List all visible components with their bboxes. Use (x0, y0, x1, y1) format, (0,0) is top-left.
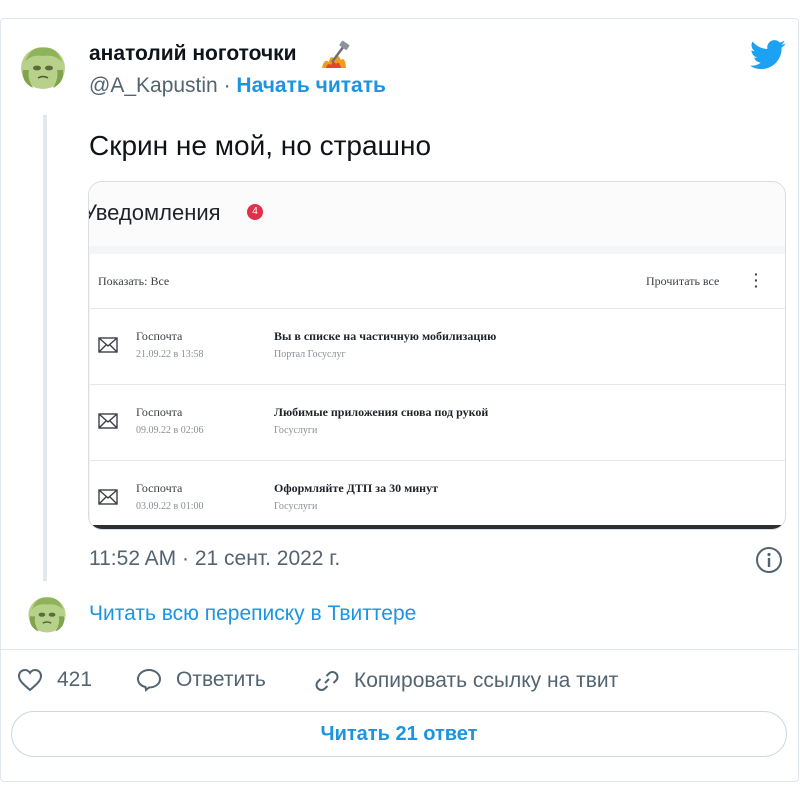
separator-dot: · (223, 74, 231, 97)
notification-source: Госуслуги (274, 425, 318, 436)
link-icon (315, 671, 339, 691)
twitter-bird-icon[interactable] (750, 40, 786, 70)
notification-source: Портал Госуслуг (274, 349, 346, 360)
notification-sender: Госпочта (136, 329, 183, 343)
tweet-media-screenshot[interactable]: Уведомления 4 Показать: Все Прочитать вс… (88, 181, 786, 530)
author-handle-line: @A_Kapustin · Начать читать (89, 74, 386, 98)
heart-icon (17, 668, 43, 692)
read-thread-link[interactable]: Читать всю переписку в Твиттере (89, 602, 416, 626)
read-replies-button[interactable]: Читать 21 ответ (11, 711, 787, 757)
notification-sender: Госпочта (136, 481, 183, 495)
tweet-text: Скрин не мой, но страшно (89, 130, 432, 161)
notifications-badge: 4 (247, 204, 263, 220)
author-avatar[interactable] (17, 40, 69, 92)
thread-connector (43, 115, 47, 581)
notification-row: Госпочта 09.09.22 в 02:06 Любимые прилож… (90, 384, 785, 461)
notification-date: 09.09.22 в 02:06 (136, 425, 204, 436)
envelope-icon (98, 489, 118, 505)
read-all-label: Прочитать все (646, 274, 720, 288)
thread-avatar (25, 591, 69, 635)
notification-sender: Госпочта (136, 405, 183, 419)
notifications-panel: Показать: Все Прочитать все · · · Госпочта… (90, 254, 785, 529)
hammer-fire-emoji (320, 40, 350, 70)
envelope-icon (98, 413, 118, 429)
reply-button[interactable]: Ответить (136, 668, 266, 692)
copy-link-button[interactable]: Копировать ссылку на твит (314, 668, 618, 694)
info-icon[interactable] (755, 546, 783, 574)
copy-link-label: Копировать ссылку на твит (354, 669, 619, 692)
reply-label: Ответить (176, 668, 266, 691)
notification-subject: Любимые приложения снова под рукой (274, 405, 489, 419)
notification-subject: Оформляйте ДТП за 30 минут (274, 481, 438, 495)
like-button[interactable]: 421 (17, 668, 92, 692)
envelope-icon (98, 337, 118, 353)
kebab-menu-icon: · · · (754, 266, 759, 294)
author-handle[interactable]: @A_Kapustin (89, 74, 218, 97)
tweet-timestamp[interactable]: 11:52 AM · 21 сент. 2022 г. (89, 547, 340, 571)
notification-source: Госуслуги (274, 501, 318, 512)
notifications-title: Уведомления (88, 200, 221, 225)
notification-row: Госпочта 21.09.22 в 13:58 Вы в списке на… (90, 308, 785, 385)
follow-link[interactable]: Начать читать (236, 74, 385, 97)
like-count: 421 (57, 668, 93, 691)
notification-date: 21.09.22 в 13:58 (136, 349, 204, 360)
screenshot-bottom-edge (89, 525, 785, 529)
notifications-header: Уведомления 4 (89, 182, 785, 246)
notification-row: Госпочта 03.09.22 в 01:00 Оформляйте ДТП… (90, 460, 785, 529)
notification-date: 03.09.22 в 01:00 (136, 501, 204, 512)
actions-divider (0, 649, 799, 650)
filter-label: Показать: Все (98, 274, 170, 288)
reply-bubble-icon (136, 668, 162, 692)
notification-subject: Вы в списке на частичную мобилизацию (274, 329, 497, 343)
author-name[interactable]: анатолий ноготочки (89, 42, 297, 66)
